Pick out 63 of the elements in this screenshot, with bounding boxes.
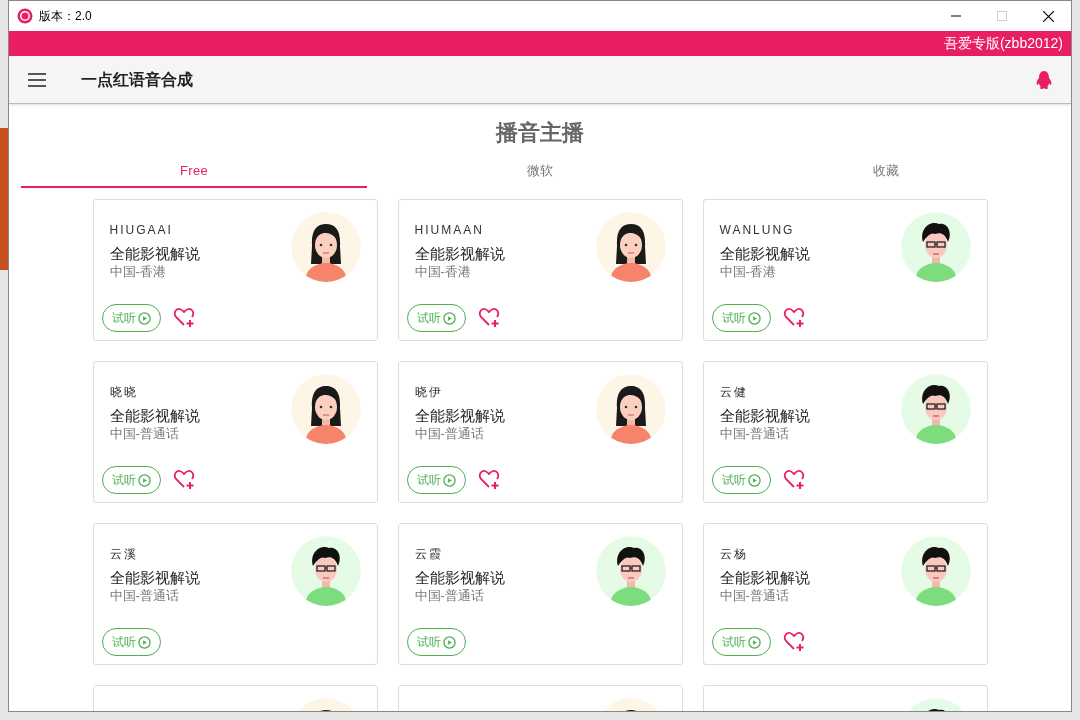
voice-name: 晓伊 [414,384,444,400]
voice-locale: 中国-普通话 [109,426,180,442]
man-avatar [900,374,971,444]
play-icon[interactable] [747,635,761,649]
voice-locale: 中国-普通话 [719,588,790,604]
voice-title: 全能影视解说 [719,244,811,264]
voice-title: 全能影视解说 [414,244,506,264]
voice-title: 全能影视解说 [719,406,811,426]
tab[interactable]: 微软 [367,155,713,188]
play-icon[interactable] [137,311,151,325]
voice-name: 晓晓 [109,384,139,400]
tab[interactable]: 收藏 [713,155,1059,188]
play-icon[interactable] [442,473,456,487]
voice-title: 全能影视解说 [109,568,201,588]
voice-locale: 中国-普通话 [719,426,790,442]
play-icon[interactable] [442,635,456,649]
penguin-icon[interactable] [1035,69,1053,90]
app-logo-icon [17,8,33,24]
app-title: 一点红语音合成 [81,69,193,90]
voice-name: 云霞 [414,546,444,562]
voice-locale: 中国-香港 [414,264,472,280]
man-avatar [900,536,971,606]
page-heading: 播音主播 [496,120,584,145]
voice-locale: 中国-普通话 [414,426,485,442]
voice-name: 云杨 [719,546,749,562]
voice-title: 全能影视解说 [719,568,811,588]
voice-name: 云溪 [109,546,139,562]
heart-plus-icon[interactable] [477,469,500,491]
tab[interactable]: Free [21,155,367,188]
man-avatar [595,536,666,606]
heart-plus-icon[interactable] [172,469,195,491]
voice-name: HIUMAAN [414,222,485,238]
voice-name: 云健 [719,384,749,400]
voice-name: WANLUNG [719,222,796,238]
heart-plus-icon[interactable] [782,307,805,329]
heart-plus-icon[interactable] [782,631,805,653]
woman-avatar [290,212,361,282]
heart-plus-icon[interactable] [477,307,500,329]
voice-locale: 中国-普通话 [414,588,485,604]
voice-title: 全能影视解说 [109,244,201,264]
voice-locale: 中国-普通话 [109,588,180,604]
play-icon[interactable] [747,473,761,487]
woman-avatar [595,212,666,282]
voice-name: HIUGAAI [109,222,174,238]
man-avatar [290,536,361,606]
woman-avatar [290,374,361,444]
voice-locale: 中国-香港 [109,264,167,280]
voice-locale: 中国-香港 [719,264,777,280]
window-title: 版本：2.0 [39,8,92,25]
play-icon[interactable] [137,473,151,487]
play-icon[interactable] [442,311,456,325]
woman-avatar [595,374,666,444]
maximize-icon[interactable] [997,11,1007,21]
voice-title: 全能影视解说 [414,406,506,426]
play-icon[interactable] [137,635,151,649]
edition-label: 吾爱专版(zbb2012) [943,34,1063,53]
close-icon[interactable] [1042,10,1054,22]
play-icon[interactable] [747,311,761,325]
heart-plus-icon[interactable] [782,469,805,491]
man-avatar [900,212,971,282]
heart-plus-icon[interactable] [172,307,195,329]
voice-title: 全能影视解说 [109,406,201,426]
voice-title: 全能影视解说 [414,568,506,588]
